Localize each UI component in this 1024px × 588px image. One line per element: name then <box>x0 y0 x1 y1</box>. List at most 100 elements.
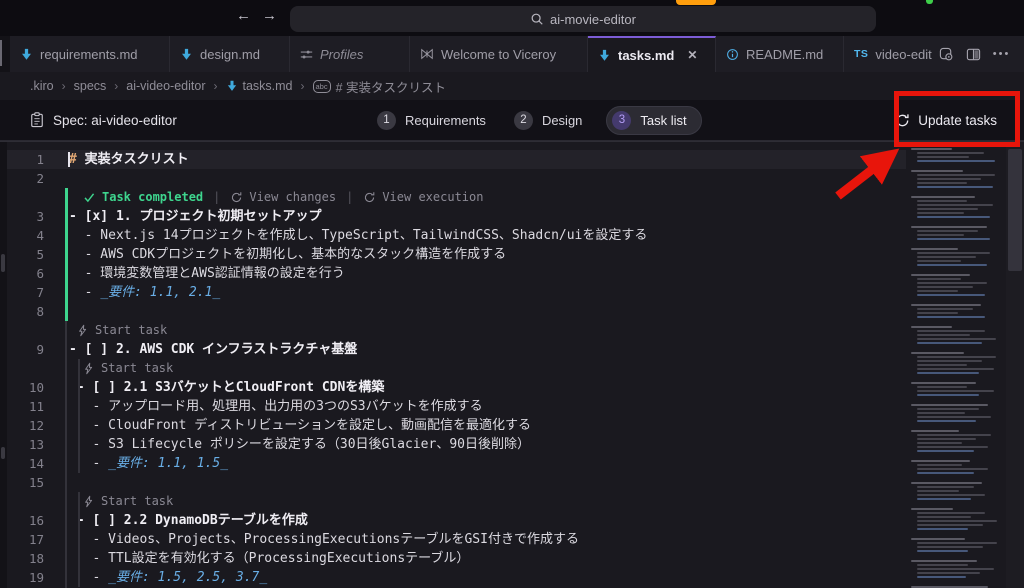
code-line[interactable]: 3- [x] 1. プロジェクト初期セットアップ <box>7 207 906 226</box>
line-number: 13 <box>7 435 57 454</box>
open-preview-icon[interactable] <box>939 47 954 62</box>
codelens-row[interactable]: Start task <box>7 321 906 340</box>
code-line[interactable]: 6 - 環境変数管理とAWS認証情報の設定を行う <box>7 264 906 283</box>
zap-icon <box>83 362 95 375</box>
code-line[interactable]: 1# 実装タスクリスト <box>7 150 906 169</box>
step-design[interactable]: 2 Design <box>514 111 582 130</box>
indent-guide <box>78 359 80 473</box>
code-line[interactable]: 5 - AWS CDKプロジェクトを初期化し、基本的なスタック構造を作成する <box>7 245 906 264</box>
tab-welcome-viceroy[interactable]: Welcome to Viceroy <box>410 36 588 72</box>
tab-requirements-md[interactable]: requirements.md <box>10 36 170 72</box>
code-area[interactable]: 1# 実装タスクリスト2Task completed|View changes|… <box>7 142 906 588</box>
history-forward-button[interactable]: → <box>262 7 277 24</box>
code-line[interactable]: 15 <box>7 473 906 492</box>
step-task-list[interactable]: 3 Task list <box>606 106 701 135</box>
check-icon <box>83 191 96 204</box>
breadcrumb-heading[interactable]: abc # 実装タスクリスト <box>313 77 447 96</box>
text-cursor <box>68 152 70 167</box>
codelens-action[interactable]: Start task <box>101 359 173 378</box>
titlebar: ← → ai-movie-editor <box>0 0 1024 36</box>
line-number <box>7 359 57 378</box>
code-line[interactable]: 13 - S3 Lifecycle ポリシーを設定する（30日後Glacier、… <box>7 435 906 454</box>
line-number: 4 <box>7 226 57 245</box>
code-line[interactable]: 17 - Videos、Projects、ProcessingExecution… <box>7 530 906 549</box>
step-requirements[interactable]: 1 Requirements <box>377 111 486 130</box>
codelens-row[interactable]: Start task <box>7 492 906 511</box>
markdown-icon <box>226 80 238 92</box>
more-actions-icon[interactable]: ••• <box>993 48 1011 60</box>
command-search-input[interactable]: ai-movie-editor <box>290 6 876 32</box>
split-editor-icon[interactable] <box>966 47 981 62</box>
code-line[interactable]: 7 - _要件: 1.1, 2.1_ <box>7 283 906 302</box>
tab-bar: requirements.md design.md Profiles Welco… <box>0 36 1024 72</box>
code-line[interactable]: 11 - アップロード用、処理用、出力用の3つのS3バケットを作成する <box>7 397 906 416</box>
code-line[interactable]: 8 <box>7 302 906 321</box>
editor-pane: 1# 実装タスクリスト2Task completed|View changes|… <box>0 141 1024 588</box>
line-number: 12 <box>7 416 57 435</box>
line-number: 3 <box>7 207 57 226</box>
history-icon <box>363 191 376 204</box>
code-line[interactable]: 4 - Next.js 14プロジェクトを作成し、TypeScript、Tail… <box>7 226 906 245</box>
tab-design-md[interactable]: design.md <box>170 36 290 72</box>
codelens-row[interactable]: Task completed|View changes|View executi… <box>7 188 906 207</box>
ts-icon: TS <box>854 48 868 60</box>
codelens-row[interactable]: Start task <box>7 359 906 378</box>
codelens-action[interactable]: View execution <box>382 188 483 207</box>
code-line[interactable]: 14 - _要件: 1.1, 1.5_ <box>7 454 906 473</box>
code-line[interactable]: 16 - [ ] 2.2 DynamoDBテーブルを作成 <box>7 511 906 530</box>
tab-video-edit[interactable]: TS video-edit ••• <box>844 36 1024 72</box>
tab-tasks-md[interactable]: tasks.md ✕ <box>588 36 716 72</box>
line-number <box>7 492 57 511</box>
code-line[interactable]: 18 - TTL設定を有効化する（ProcessingExecutionsテーブ… <box>7 549 906 568</box>
code-line[interactable]: 12 - CloudFront ディストリビューションを設定し、動画配信を最適化… <box>7 416 906 435</box>
kiro-ide-window: ← → ai-movie-editor requirements.md desi… <box>0 0 1024 588</box>
git-change-gutter-bar <box>65 188 68 321</box>
breadcrumb-tasks-md[interactable]: tasks.md <box>226 79 293 93</box>
line-number <box>7 321 57 340</box>
butterfly-icon <box>420 47 434 61</box>
spec-label: Spec: ai-video-editor <box>30 112 177 128</box>
codelens-action[interactable]: View changes <box>249 188 336 207</box>
line-number: 6 <box>7 264 57 283</box>
line-number: 18 <box>7 549 57 568</box>
breadcrumb-kiro[interactable]: .kiro <box>30 79 54 93</box>
codelens-action[interactable]: Task completed <box>102 188 203 207</box>
clipboard-icon <box>30 112 44 128</box>
history-icon <box>230 191 243 204</box>
line-number: 2 <box>7 169 57 188</box>
scrollbar-thumb[interactable] <box>1008 149 1022 271</box>
indent-guide <box>65 321 67 588</box>
code-line[interactable]: 9- [ ] 2. AWS CDK インフラストラクチャ基盤 <box>7 340 906 359</box>
vertical-scrollbar[interactable] <box>1006 142 1024 588</box>
minimap[interactable] <box>906 142 1006 588</box>
markdown-icon <box>20 48 33 61</box>
line-number: 14 <box>7 454 57 473</box>
breadcrumb-specs[interactable]: specs <box>74 79 107 93</box>
zap-icon <box>77 324 89 337</box>
tab-profiles[interactable]: Profiles <box>290 36 410 72</box>
annotation-highlight-box <box>894 91 1020 147</box>
info-icon <box>726 48 739 61</box>
search-icon <box>530 12 544 26</box>
sliders-icon <box>300 48 313 61</box>
line-number <box>7 188 57 207</box>
spec-steps: 1 Requirements 2 Design 3 Task list <box>363 106 712 135</box>
history-back-button[interactable]: ← <box>236 7 251 24</box>
code-line[interactable]: 2 <box>7 169 906 188</box>
left-edge-strip <box>0 142 7 588</box>
symbol-string-icon: abc <box>313 80 331 93</box>
code-line[interactable]: 19 - _要件: 1.5, 2.5, 3.7_ <box>7 568 906 587</box>
line-number: 11 <box>7 397 57 416</box>
codelens-action[interactable]: Start task <box>101 492 173 511</box>
edge-notch <box>0 40 2 66</box>
markdown-icon <box>180 48 193 61</box>
line-number: 10 <box>7 378 57 397</box>
editor-actions: ••• <box>939 47 1021 62</box>
zap-icon <box>83 495 95 508</box>
line-number: 5 <box>7 245 57 264</box>
close-icon[interactable]: ✕ <box>687 48 697 62</box>
code-line[interactable]: 10 - [ ] 2.1 S3バケットとCloudFront CDNを構築 <box>7 378 906 397</box>
tab-readme-md[interactable]: README.md <box>716 36 844 72</box>
codelens-action[interactable]: Start task <box>95 321 167 340</box>
breadcrumb-ai-video-editor[interactable]: ai-video-editor <box>126 79 205 93</box>
